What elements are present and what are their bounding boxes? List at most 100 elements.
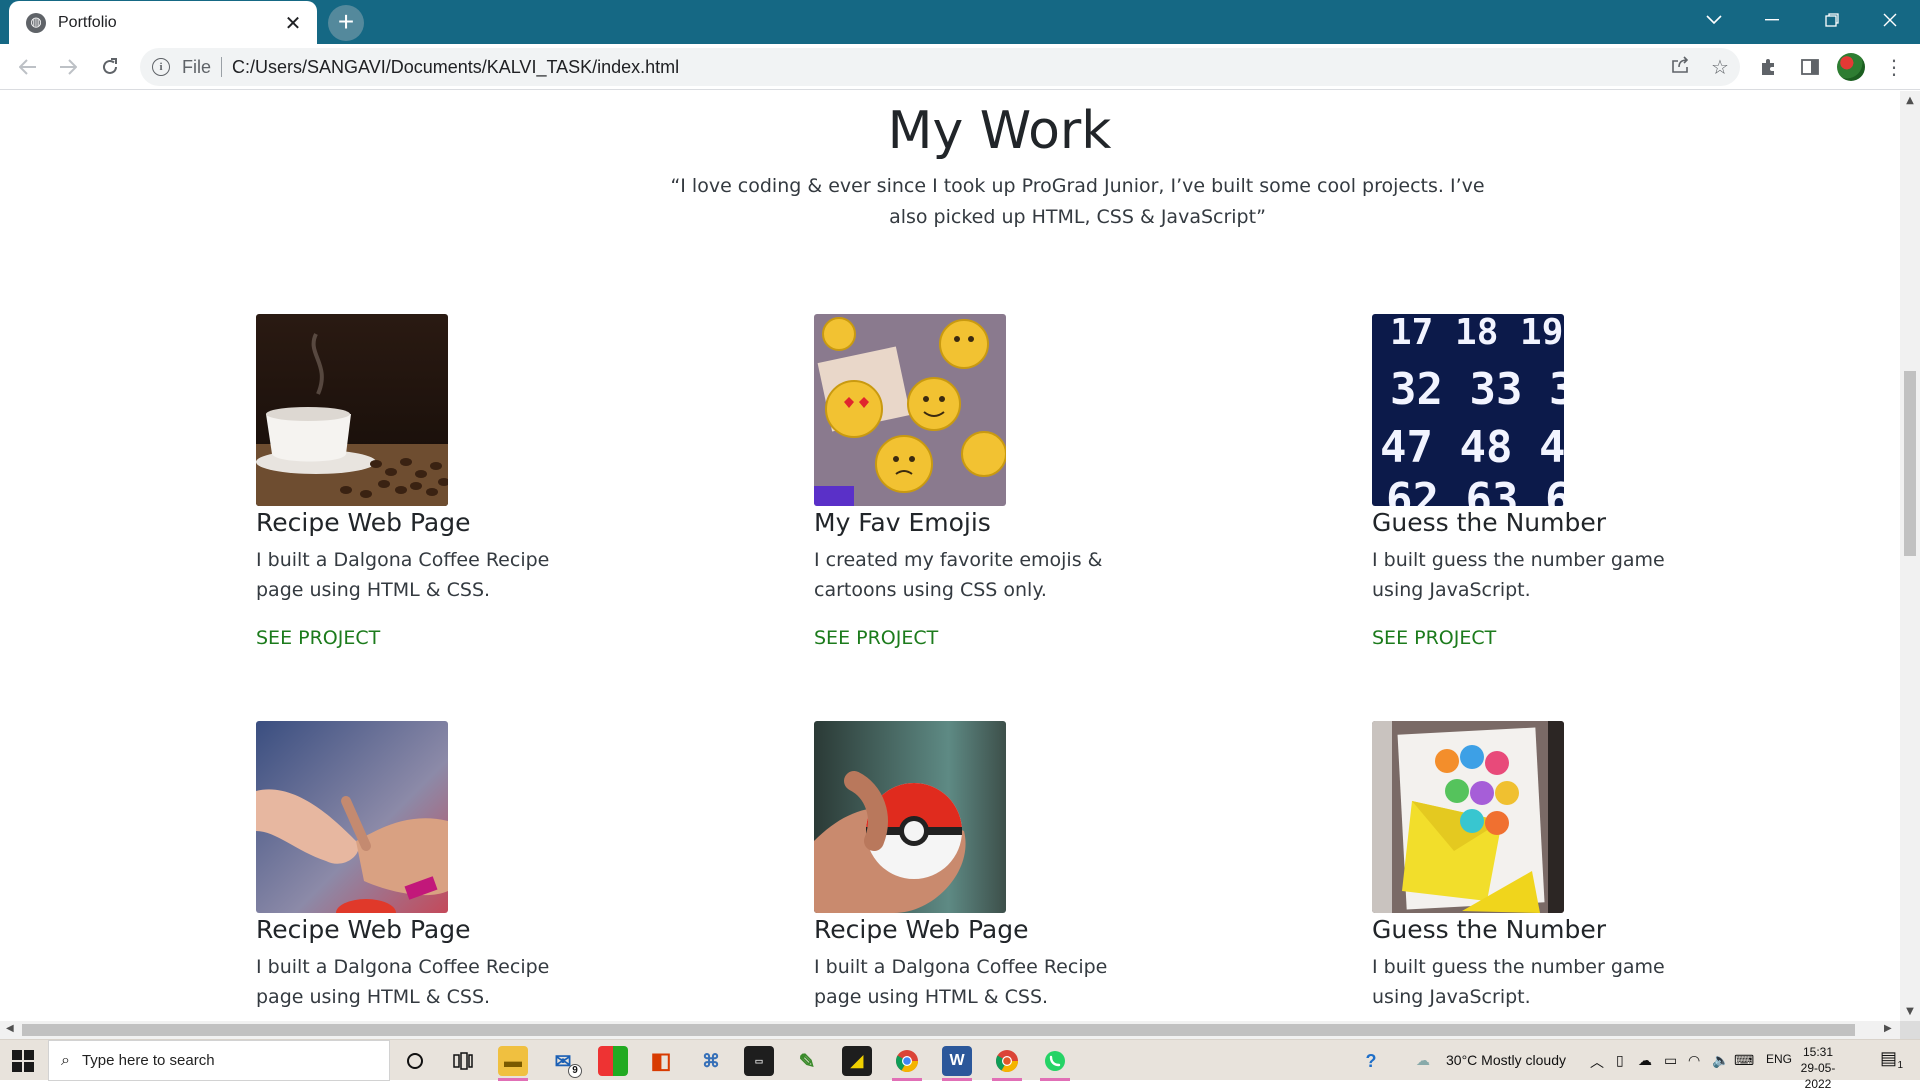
pokeball-image [814,721,1006,913]
url-text[interactable]: C:/Users/SANGAVI/Documents/KALVI_TASK/in… [232,57,1660,78]
scroll-down-arrow-icon[interactable]: ▼ [1900,1006,1920,1017]
close-window-button[interactable] [1862,0,1918,40]
info-icon[interactable]: i [152,58,170,76]
onedrive-cloud-icon[interactable]: ☁ [1638,1052,1652,1069]
side-panel-icon[interactable] [1796,53,1824,81]
taskbar-search-box[interactable]: ⌕ Type here to search [48,1040,390,1081]
store-icon[interactable] [598,1046,628,1076]
see-project-link[interactable]: SEE PROJECT [256,627,596,649]
sticky-notes-icon[interactable]: ◢ [842,1046,872,1076]
task-view-icon[interactable] [448,1046,478,1076]
cortana-icon[interactable] [400,1046,430,1076]
terminal-icon[interactable]: ▭ [744,1046,774,1076]
see-project-link[interactable]: SEE PROJECT [814,627,1154,649]
card-description: I built guess the number game using Java… [1372,549,1665,601]
card-title: Recipe Web Page [256,508,471,537]
card-title: Guess the Number [1372,508,1606,537]
hands-image [256,721,448,913]
notepad-icon[interactable]: ✎ [792,1046,822,1076]
svg-text:62 63 64 65: 62 63 64 65 [1386,474,1564,506]
whatsapp-icon[interactable] [1040,1046,1070,1081]
browser-title-bar: ◍ Portfolio ✕ + [0,0,1920,44]
profile-avatar[interactable] [1837,53,1865,81]
file-explorer-icon[interactable]: ▬ [498,1046,528,1081]
browser-tab[interactable]: ◍ Portfolio ✕ [9,1,317,44]
clock-time: 15:31 [1802,1045,1834,1059]
tab-title: Portfolio [58,13,117,31]
card-title: Recipe Web Page [256,915,471,944]
reload-button[interactable] [94,51,126,83]
close-tab-icon[interactable]: ✕ [281,11,305,35]
browser-menu-icon[interactable]: ⋮ [1880,53,1908,81]
page-viewport: My Work “I love coding & ever since I to… [0,91,1900,1021]
chrome-profile-icon[interactable] [992,1046,1022,1081]
address-bar[interactable]: i File C:/Users/SANGAVI/Documents/KALVI_… [140,48,1740,86]
emoji-pillows-image [814,314,1006,506]
office-icon[interactable]: ◧ [646,1046,676,1076]
mail-icon[interactable]: ✉ 9 [548,1046,582,1078]
back-button[interactable] [12,51,44,83]
project-card: Recipe Web Page I built a Dalgona Coffee… [814,721,1154,1012]
scrollbar-corner [1900,1021,1920,1039]
card-title: Recipe Web Page [814,915,1029,944]
scroll-up-arrow-icon[interactable]: ▲ [1900,95,1920,106]
word-icon[interactable]: W [942,1046,972,1081]
project-card: My Fav Emojis I created my favorite emoj… [814,314,1154,649]
vertical-scrollbar[interactable]: ▲ ▼ [1900,91,1920,1021]
new-tab-button[interactable]: + [328,5,364,41]
taskbar-clock[interactable]: 15:31 29-05-2022 [1788,1044,1848,1092]
volume-icon[interactable]: 🔈 [1712,1052,1729,1069]
scroll-left-arrow-icon[interactable]: ◀ [6,1023,14,1034]
weather-text[interactable]: 30°C Mostly cloudy [1446,1052,1566,1068]
weather-cloud-icon[interactable]: ☁ [1416,1052,1430,1069]
tray-device-icon[interactable]: ▯ [1616,1052,1624,1069]
browser-toolbar: i File C:/Users/SANGAVI/Documents/KALVI_… [0,44,1920,90]
card-description: I built a Dalgona Coffee Recipe page usi… [814,956,1108,1008]
card-title: My Fav Emojis [814,508,991,537]
coffee-cup-image [256,314,448,506]
minimize-button[interactable] [1744,0,1800,40]
notification-center-icon[interactable]: ▤ 1 [1880,1048,1903,1071]
card-description: I built a Dalgona Coffee Recipe page usi… [256,956,550,1008]
windows-taskbar: ⌕ Type here to search ▬ ✉ 9 ◧ ⌘ ▭ ✎ ◢ W ?… [0,1039,1920,1091]
card-description: I built guess the number game using Java… [1372,956,1665,1008]
search-icon: ⌕ [61,1051,70,1069]
globe-icon: ◍ [26,12,46,33]
project-card: 17 18 19 20 32 33 34 35 47 48 49 50 62 6… [1372,314,1712,649]
vertical-scroll-thumb[interactable] [1904,371,1916,556]
extensions-puzzle-icon[interactable] [1754,53,1782,81]
project-card: Recipe Web Page I built a Dalgona Coffee… [256,721,596,1012]
windows-start-icon[interactable] [12,1050,34,1072]
battery-icon[interactable]: ▭ [1664,1052,1677,1069]
search-placeholder: Type here to search [81,1052,215,1069]
scroll-right-arrow-icon[interactable]: ▶ [1884,1023,1892,1034]
section-quote: “I love coding & ever since I took up Pr… [670,175,1485,228]
mail-badge: 9 [568,1064,582,1078]
url-scheme-label: File [182,57,223,77]
card-title: Guess the Number [1372,915,1606,944]
notification-count: 1 [1897,1060,1904,1071]
horizontal-scrollbar[interactable]: ◀ ▶ [0,1021,1900,1039]
card-description: I created my favorite emojis & cartoons … [814,549,1103,601]
card-description: I built a Dalgona Coffee Recipe page usi… [256,549,550,601]
section-heading: My Work [887,101,1112,161]
wifi-icon[interactable]: ◠ [1688,1052,1700,1069]
svg-text:47 48 49 50: 47 48 49 50 [1380,422,1564,473]
help-icon[interactable]: ? [1356,1046,1386,1076]
tray-chevron-up-icon[interactable]: ︿ [1590,1052,1604,1072]
number-board-image: 17 18 19 20 32 33 34 35 47 48 49 50 62 6… [1372,314,1564,506]
svg-text:17 18 19 20: 17 18 19 20 [1390,314,1564,353]
tab-search-chevron-icon[interactable] [1686,0,1742,40]
share-icon[interactable] [1660,55,1700,79]
clock-date: 29-05-2022 [1800,1061,1836,1091]
chrome-icon[interactable] [892,1046,922,1081]
forward-button[interactable] [52,51,84,83]
keyboard-icon[interactable]: ⌨ [1734,1052,1754,1069]
see-project-link[interactable]: SEE PROJECT [1372,627,1712,649]
restore-button[interactable] [1804,0,1860,40]
bookmark-star-icon[interactable]: ☆ [1700,55,1740,79]
project-card: Guess the Number I built guess the numbe… [1372,721,1712,1012]
python-icon[interactable]: ⌘ [696,1046,726,1076]
horizontal-scroll-thumb[interactable] [22,1024,1855,1036]
project-card: Recipe Web Page I built a Dalgona Coffee… [256,314,596,649]
